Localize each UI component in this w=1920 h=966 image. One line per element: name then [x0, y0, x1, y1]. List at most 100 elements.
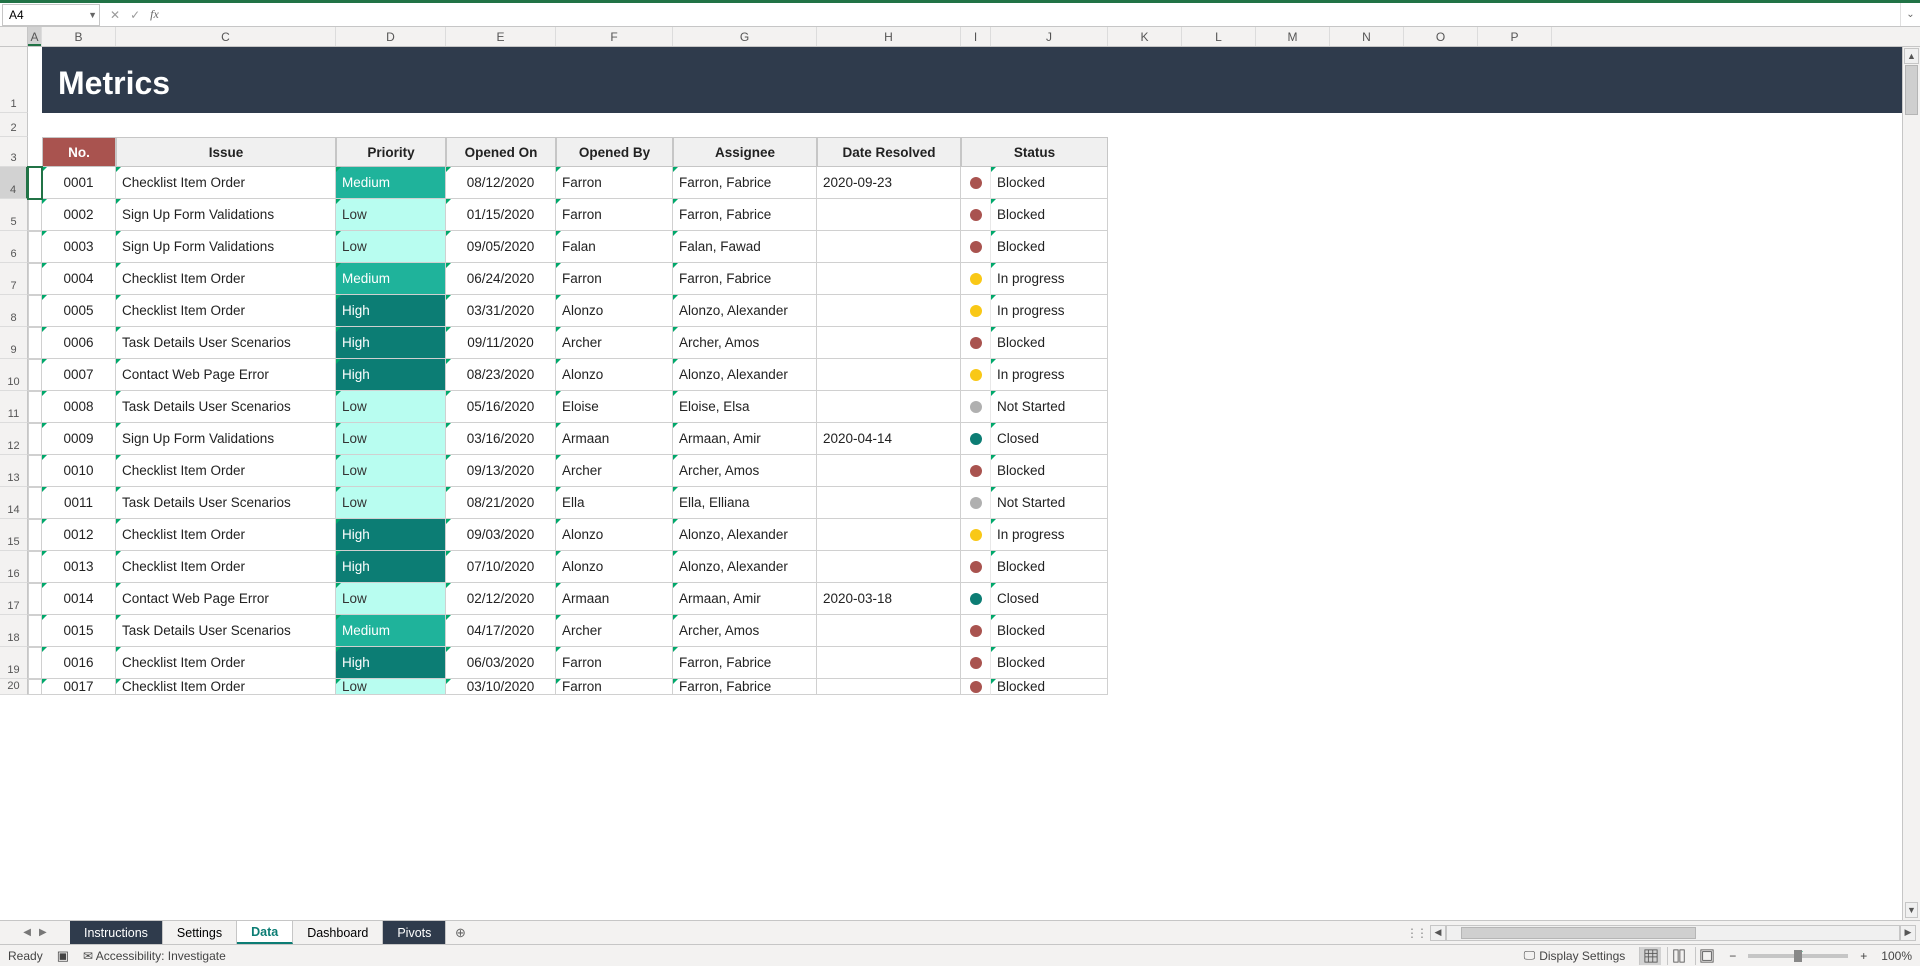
empty-cell[interactable]: [1330, 679, 1404, 695]
cell-assignee[interactable]: Farron, Fabrice: [673, 679, 817, 695]
cell-no[interactable]: 0005: [42, 295, 116, 327]
empty-cell[interactable]: [1256, 455, 1330, 487]
row-header[interactable]: 13: [0, 455, 28, 487]
row-header[interactable]: 7: [0, 263, 28, 295]
empty-cell[interactable]: [1256, 359, 1330, 391]
cell-priority[interactable]: Low: [336, 391, 446, 423]
empty-cell[interactable]: [961, 113, 991, 137]
empty-cell[interactable]: [1330, 551, 1404, 583]
empty-cell[interactable]: [1330, 263, 1404, 295]
cell-date-resolved[interactable]: [817, 647, 961, 679]
empty-cell[interactable]: [28, 113, 42, 137]
empty-cell[interactable]: [673, 113, 817, 137]
column-header-E[interactable]: E: [446, 27, 556, 46]
zoom-level[interactable]: 100%: [1881, 949, 1912, 963]
empty-cell[interactable]: [1330, 519, 1404, 551]
column-header-B[interactable]: B: [42, 27, 116, 46]
cell-opened-by[interactable]: Alonzo: [556, 295, 673, 327]
table-header-assignee[interactable]: Assignee: [673, 137, 817, 167]
expand-formula-bar-icon[interactable]: ⌄: [1900, 3, 1920, 26]
zoom-out-button[interactable]: −: [1729, 949, 1736, 963]
accessibility-status[interactable]: ✉ Accessibility: Investigate: [83, 949, 226, 963]
empty-cell[interactable]: [1108, 487, 1182, 519]
empty-cell[interactable]: [1330, 455, 1404, 487]
cell-status[interactable]: Blocked: [991, 167, 1108, 199]
cell-no[interactable]: 0017: [42, 679, 116, 695]
column-header-F[interactable]: F: [556, 27, 673, 46]
cell-opened-on[interactable]: 08/21/2020: [446, 487, 556, 519]
cell-opened-on[interactable]: 06/03/2020: [446, 647, 556, 679]
empty-cell[interactable]: [1182, 167, 1256, 199]
cell-opened-on[interactable]: 08/23/2020: [446, 359, 556, 391]
cell-priority[interactable]: Medium: [336, 167, 446, 199]
cancel-icon[interactable]: ✕: [110, 8, 120, 22]
cell-assignee[interactable]: Farron, Fabrice: [673, 263, 817, 295]
empty-cell[interactable]: [1404, 359, 1478, 391]
cell-opened-by[interactable]: Farron: [556, 647, 673, 679]
column-header-P[interactable]: P: [1478, 27, 1552, 46]
empty-cell[interactable]: [1404, 583, 1478, 615]
empty-cell[interactable]: [1330, 199, 1404, 231]
cell-priority[interactable]: High: [336, 359, 446, 391]
empty-cell[interactable]: [1182, 551, 1256, 583]
empty-cell[interactable]: [1330, 583, 1404, 615]
sheet-tab-pivots[interactable]: Pivots: [383, 921, 446, 944]
cell-assignee[interactable]: Eloise, Elsa: [673, 391, 817, 423]
empty-cell[interactable]: [1404, 113, 1478, 137]
empty-cell[interactable]: [1108, 199, 1182, 231]
cell-status-dot[interactable]: [961, 167, 991, 199]
empty-cell[interactable]: [1256, 647, 1330, 679]
vertical-scrollbar[interactable]: ▲ ▼: [1902, 47, 1920, 920]
empty-cell[interactable]: [1256, 391, 1330, 423]
empty-cell[interactable]: [1404, 487, 1478, 519]
hscroll-left-icon[interactable]: ◀: [1430, 925, 1446, 941]
cell-assignee[interactable]: Alonzo, Alexander: [673, 359, 817, 391]
cell-opened-by[interactable]: Alonzo: [556, 359, 673, 391]
cell-date-resolved[interactable]: [817, 231, 961, 263]
cell-status[interactable]: Blocked: [991, 679, 1108, 695]
cell[interactable]: [28, 199, 42, 231]
cell-a1[interactable]: [28, 47, 42, 113]
column-header-J[interactable]: J: [991, 27, 1108, 46]
empty-cell[interactable]: [1256, 327, 1330, 359]
empty-cell[interactable]: [1330, 391, 1404, 423]
scroll-down-icon[interactable]: ▼: [1905, 902, 1918, 918]
scroll-up-icon[interactable]: ▲: [1904, 48, 1919, 64]
cell-opened-on[interactable]: 04/17/2020: [446, 615, 556, 647]
cell[interactable]: [28, 647, 42, 679]
empty-cell[interactable]: [1108, 113, 1182, 137]
empty-cell[interactable]: [1182, 391, 1256, 423]
cell-no[interactable]: 0016: [42, 647, 116, 679]
empty-cell[interactable]: [1108, 391, 1182, 423]
empty-cell[interactable]: [1108, 615, 1182, 647]
column-header-I[interactable]: I: [961, 27, 991, 46]
cell-opened-by[interactable]: Eloise: [556, 391, 673, 423]
empty-cell[interactable]: [1256, 583, 1330, 615]
cell-status-dot[interactable]: [961, 551, 991, 583]
row-header[interactable]: 2: [0, 113, 28, 137]
cell[interactable]: [28, 295, 42, 327]
cell-status-dot[interactable]: [961, 519, 991, 551]
cell-issue[interactable]: Checklist Item Order: [116, 167, 336, 199]
empty-cell[interactable]: [1478, 615, 1552, 647]
empty-cell[interactable]: [1404, 231, 1478, 263]
cell-opened-by[interactable]: Farron: [556, 263, 673, 295]
zoom-knob[interactable]: [1794, 950, 1802, 962]
empty-cell[interactable]: [1182, 295, 1256, 327]
cell-status-dot[interactable]: [961, 391, 991, 423]
empty-cell[interactable]: [1404, 295, 1478, 327]
column-header-K[interactable]: K: [1108, 27, 1182, 46]
name-box[interactable]: A4 ▼: [2, 4, 100, 26]
empty-cell[interactable]: [1182, 113, 1256, 137]
row-header[interactable]: 8: [0, 295, 28, 327]
empty-cell[interactable]: [1182, 327, 1256, 359]
empty-cell[interactable]: [1108, 423, 1182, 455]
cell-opened-on[interactable]: 07/10/2020: [446, 551, 556, 583]
empty-cell[interactable]: [1330, 327, 1404, 359]
cell-issue[interactable]: Sign Up Form Validations: [116, 423, 336, 455]
cell-opened-by[interactable]: Archer: [556, 455, 673, 487]
cell-date-resolved[interactable]: [817, 391, 961, 423]
cell-opened-on[interactable]: 03/31/2020: [446, 295, 556, 327]
cell-date-resolved[interactable]: [817, 487, 961, 519]
empty-cell[interactable]: [1256, 137, 1330, 167]
